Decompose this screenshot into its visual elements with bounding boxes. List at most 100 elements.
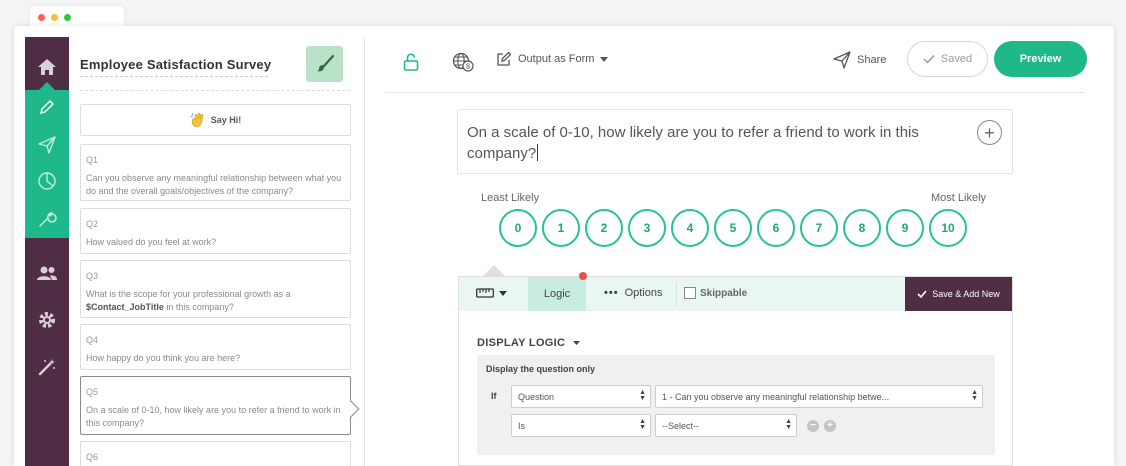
question-number: Q5 xyxy=(86,387,99,397)
condition-value-select[interactable]: --Select-- ▲ ▼ xyxy=(655,414,797,437)
add-media-button[interactable]: + xyxy=(977,120,1002,145)
skippable-toggle[interactable]: Skippable xyxy=(684,287,747,299)
skippable-checkbox[interactable] xyxy=(684,287,696,299)
select-arrows-icon: ▲ ▼ xyxy=(785,418,792,431)
home-icon xyxy=(38,59,56,75)
edit-icon xyxy=(497,51,512,66)
tab-separator xyxy=(676,282,677,306)
minus-icon: − xyxy=(810,420,816,431)
gear-icon xyxy=(39,312,55,328)
question-editor: $ Output as Form Share Saved Preview On … xyxy=(365,37,1104,466)
scale-option-10[interactable]: 10 xyxy=(929,209,967,247)
condition-operator-select[interactable]: Is ▲ ▼ xyxy=(511,414,651,437)
scale-option-3[interactable]: 3 xyxy=(628,209,666,247)
options-label: Options xyxy=(624,287,663,299)
more-dots-icon: ••• xyxy=(604,287,619,299)
save-add-new-button[interactable]: Save & Add New xyxy=(905,277,1012,311)
nav-contacts[interactable] xyxy=(25,253,69,293)
condition-value-value: --Select-- xyxy=(662,421,700,431)
display-logic-toggle[interactable]: DISPLAY LOGIC xyxy=(477,337,581,349)
question-card-2[interactable]: Q2 How valued do you feel at work? xyxy=(80,208,351,254)
question-card-5[interactable]: Q5 On a scale of 0-10, how likely are yo… xyxy=(80,376,360,435)
nav-analytics[interactable] xyxy=(25,161,69,201)
plus-icon: + xyxy=(984,122,995,143)
minimize-dot-icon[interactable] xyxy=(51,14,58,21)
magic-wand-icon xyxy=(38,359,55,376)
display-logic-rule: Display the question only If Question ▲ ▼… xyxy=(477,355,995,455)
caret-down-icon xyxy=(600,56,609,62)
question-card-4[interactable]: Q4 How happy do you think you are here? xyxy=(80,324,351,370)
question-input[interactable]: On a scale of 0-10, how likely are you t… xyxy=(457,109,1013,174)
scale-option-7[interactable]: 7 xyxy=(800,209,838,247)
question-card-1[interactable]: Q1 Can you observe any meaningful relati… xyxy=(80,144,351,201)
question-text: Can you observe any meaningful relations… xyxy=(86,173,342,196)
paint-brush-icon xyxy=(316,54,334,72)
browser-frame: Employee Satisfaction Survey Say Hi! Q1 … xyxy=(0,0,1126,466)
answer-type-dropdown[interactable] xyxy=(476,288,507,298)
nav-edit[interactable] xyxy=(25,87,69,127)
survey-title[interactable]: Employee Satisfaction Survey xyxy=(80,57,271,72)
condition-question-select[interactable]: 1 - Can you observe any meaningful relat… xyxy=(655,385,983,408)
currency-button[interactable]: $ xyxy=(452,52,474,77)
app: Employee Satisfaction Survey Say Hi! Q1 … xyxy=(25,37,1104,466)
add-condition-button[interactable]: + xyxy=(824,420,836,432)
preview-button[interactable]: Preview xyxy=(994,41,1087,77)
pipe-token: $Contact_JobTitle xyxy=(86,302,164,312)
logic-panel-tabs: Logic ••• Options Skippable Save & Add N… xyxy=(459,272,1012,311)
say-hi-card[interactable]: Say Hi! xyxy=(80,104,351,136)
text-cursor xyxy=(537,144,539,161)
caret-down-icon xyxy=(573,341,581,345)
nav-tools[interactable] xyxy=(25,199,69,239)
question-card-6[interactable]: Q6 xyxy=(80,441,351,466)
select-arrows-icon: ▲ ▼ xyxy=(639,389,646,402)
scale-option-9[interactable]: 9 xyxy=(886,209,924,247)
remove-condition-button[interactable]: − xyxy=(807,420,819,432)
pie-chart-icon xyxy=(38,172,56,190)
nav-magic[interactable] xyxy=(25,347,69,387)
scale-option-2[interactable]: 2 xyxy=(585,209,623,247)
save-add-new-label: Save & Add New xyxy=(932,289,1000,299)
lock-button[interactable] xyxy=(403,53,419,76)
question-input-text: On a scale of 0-10, how likely are you t… xyxy=(467,124,919,162)
caret-down-icon xyxy=(499,290,507,296)
title-underline xyxy=(80,76,268,77)
question-card-3[interactable]: Q3 What is the scope for your profession… xyxy=(80,260,351,318)
window-controls xyxy=(38,14,71,21)
nav-distribute[interactable] xyxy=(25,125,69,165)
ruler-icon xyxy=(476,288,494,298)
condition-type-select[interactable]: Question ▲ ▼ xyxy=(511,385,651,408)
saved-button[interactable]: Saved xyxy=(907,41,988,77)
output-dropdown[interactable]: Output as Form xyxy=(496,51,609,67)
display-logic-title: DISPLAY LOGIC xyxy=(477,337,566,349)
scale-option-1[interactable]: 1 xyxy=(542,209,580,247)
condition-type-value: Question xyxy=(518,392,555,402)
tab-options[interactable]: ••• Options xyxy=(604,287,662,299)
scale-option-8[interactable]: 8 xyxy=(843,209,881,247)
logic-panel: Logic ••• Options Skippable Save & Add N… xyxy=(458,272,1013,466)
editor-toolbar: $ Output as Form Share Saved Preview xyxy=(385,37,1087,93)
question-number: Q1 xyxy=(86,155,99,165)
scale-option-6[interactable]: 6 xyxy=(757,209,795,247)
least-likely-label: Least Likely xyxy=(481,192,540,204)
globe-currency-icon: $ xyxy=(452,52,474,72)
close-dot-icon[interactable] xyxy=(38,14,45,21)
scale-option-4[interactable]: 4 xyxy=(671,209,709,247)
question-text: What is the scope for your professional … xyxy=(86,288,344,314)
scale-option-0[interactable]: 0 xyxy=(499,209,537,247)
send-icon xyxy=(38,136,56,154)
logic-panel-pointer xyxy=(483,265,505,276)
theme-button[interactable] xyxy=(306,46,343,82)
say-hi-label: Say Hi! xyxy=(210,115,242,125)
nav-home[interactable] xyxy=(25,47,69,87)
nav-settings[interactable] xyxy=(25,300,69,340)
maximize-dot-icon[interactable] xyxy=(64,14,71,21)
check-icon xyxy=(923,55,935,64)
scale-option-5[interactable]: 5 xyxy=(714,209,752,247)
display-logic-subtitle: Display the question only xyxy=(486,364,596,374)
question-text-after: in this company? xyxy=(166,302,234,312)
tab-logic[interactable]: Logic xyxy=(528,277,586,311)
question-number: Q6 xyxy=(86,452,99,462)
share-button[interactable]: Share xyxy=(833,51,886,69)
select-arrows-icon: ▲ ▼ xyxy=(971,389,978,402)
nps-scale: 0 1 2 3 4 5 6 7 8 9 10 xyxy=(499,209,967,247)
